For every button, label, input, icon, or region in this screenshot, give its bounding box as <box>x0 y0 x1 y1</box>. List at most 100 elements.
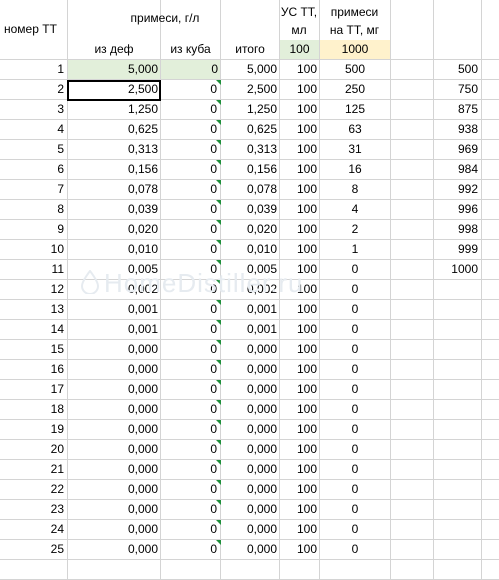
cell-from-cube[interactable]: 0 <box>161 340 217 359</box>
error-indicator-icon[interactable] <box>216 80 221 85</box>
cell-us-tt[interactable]: 100 <box>280 60 317 79</box>
cell-from-def[interactable]: 0,000 <box>68 500 158 519</box>
cell-total[interactable]: 0,000 <box>221 440 277 459</box>
cell-cumulative[interactable]: 984 <box>434 160 478 179</box>
cell-from-cube[interactable]: 0 <box>161 500 217 519</box>
cell-total[interactable]: 0,000 <box>221 360 277 379</box>
cell-total[interactable]: 0,020 <box>221 220 277 239</box>
cell-us-tt[interactable]: 100 <box>280 320 317 339</box>
cell-from-def[interactable]: 0,010 <box>68 240 158 259</box>
cell-cumulative[interactable] <box>434 300 478 319</box>
cell-from-def[interactable]: 0,000 <box>68 340 158 359</box>
cell-total[interactable]: 0,078 <box>221 180 277 199</box>
cell-us-tt[interactable]: 100 <box>280 280 317 299</box>
cell-from-cube[interactable]: 0 <box>161 80 217 99</box>
cell-cumulative[interactable] <box>434 540 478 559</box>
cell-imp-tt[interactable]: 16 <box>320 160 390 179</box>
cell-number[interactable]: 13 <box>0 300 64 319</box>
cell-from-def[interactable]: 0,000 <box>68 520 158 539</box>
cell-number[interactable]: 23 <box>0 500 64 519</box>
cell-number[interactable]: 22 <box>0 480 64 499</box>
cell-total[interactable]: 0,000 <box>221 380 277 399</box>
cell-from-cube[interactable]: 0 <box>161 100 217 119</box>
cell-from-def[interactable]: 0,001 <box>68 320 158 339</box>
cell-imp-tt[interactable]: 0 <box>320 380 390 399</box>
error-indicator-icon[interactable] <box>216 360 221 365</box>
header-from-cube[interactable]: из куба <box>161 40 220 59</box>
cell-total[interactable]: 0,002 <box>221 280 277 299</box>
error-indicator-icon[interactable] <box>216 160 221 165</box>
cell-imp-tt[interactable]: 0 <box>320 360 390 379</box>
cell-us-tt[interactable]: 100 <box>280 220 317 239</box>
cell-us-tt[interactable]: 100 <box>280 540 317 559</box>
cell-number[interactable]: 18 <box>0 400 64 419</box>
cell-us-tt[interactable]: 100 <box>280 100 317 119</box>
cell-cumulative[interactable]: 875 <box>434 100 478 119</box>
cell-from-def[interactable]: 0,002 <box>68 280 158 299</box>
cell-number[interactable]: 21 <box>0 460 64 479</box>
cell-us-tt[interactable]: 100 <box>280 260 317 279</box>
cell-imp-tt[interactable]: 63 <box>320 120 390 139</box>
cell-cumulative[interactable] <box>434 360 478 379</box>
cell-from-cube[interactable]: 0 <box>161 400 217 419</box>
cell-number[interactable]: 12 <box>0 280 64 299</box>
cell-us-tt[interactable]: 100 <box>280 160 317 179</box>
cell-imp-tt[interactable]: 4 <box>320 200 390 219</box>
cell-total[interactable]: 5,000 <box>221 60 277 79</box>
header-number[interactable]: номер ТТ <box>4 20 70 39</box>
cell-us-tt[interactable]: 100 <box>280 300 317 319</box>
cell-number[interactable]: 11 <box>0 260 64 279</box>
cell-imp-tt[interactable]: 0 <box>320 420 390 439</box>
cell-total[interactable]: 0,039 <box>221 200 277 219</box>
cell-total[interactable]: 0,000 <box>221 500 277 519</box>
cell-us-tt[interactable]: 100 <box>280 180 317 199</box>
cell-from-def[interactable]: 0,313 <box>68 140 158 159</box>
cell-imp-tt[interactable]: 0 <box>320 500 390 519</box>
cell-from-cube[interactable]: 0 <box>161 120 217 139</box>
cell-cumulative[interactable]: 1000 <box>434 260 478 279</box>
cell-us-tt[interactable]: 100 <box>280 440 317 459</box>
cell-total[interactable]: 0,000 <box>221 520 277 539</box>
cell-imp-tt[interactable]: 0 <box>320 460 390 479</box>
error-indicator-icon[interactable] <box>216 200 221 205</box>
error-indicator-icon[interactable] <box>216 420 221 425</box>
header-us-tt-line2[interactable]: мл <box>279 21 319 40</box>
cell-imp-tt[interactable]: 8 <box>320 180 390 199</box>
header-impurities[interactable]: примеси, г/л <box>90 9 240 28</box>
cell-number[interactable]: 5 <box>0 140 64 159</box>
cell-imp-tt[interactable]: 0 <box>320 320 390 339</box>
cell-cumulative[interactable]: 500 <box>434 60 478 79</box>
header-total[interactable]: итого <box>221 40 279 59</box>
cell-us-tt[interactable]: 100 <box>280 480 317 499</box>
cell-total[interactable]: 2,500 <box>221 80 277 99</box>
cell-number[interactable]: 16 <box>0 360 64 379</box>
cell-imp-tt[interactable]: 1 <box>320 240 390 259</box>
cell-from-cube[interactable]: 0 <box>161 320 217 339</box>
cell-total[interactable]: 0,156 <box>221 160 277 179</box>
cell-from-cube[interactable]: 0 <box>161 460 217 479</box>
cell-imp-tt[interactable]: 0 <box>320 340 390 359</box>
cell-total[interactable]: 0,005 <box>221 260 277 279</box>
cell-from-def[interactable]: 0,039 <box>68 200 158 219</box>
cell-from-def[interactable]: 0,000 <box>68 460 158 479</box>
cell-number[interactable]: 17 <box>0 380 64 399</box>
cell-from-cube[interactable]: 0 <box>161 60 220 79</box>
error-indicator-icon[interactable] <box>216 380 221 385</box>
cell-from-cube[interactable]: 0 <box>161 140 217 159</box>
cell-number[interactable]: 7 <box>0 180 64 199</box>
cell-from-cube[interactable]: 0 <box>161 300 217 319</box>
error-indicator-icon[interactable] <box>216 320 221 325</box>
cell-total[interactable]: 0,000 <box>221 540 277 559</box>
error-indicator-icon[interactable] <box>216 300 221 305</box>
cell-us-tt[interactable]: 100 <box>280 80 317 99</box>
cell-cumulative[interactable]: 969 <box>434 140 478 159</box>
cell-cumulative[interactable]: 750 <box>434 80 478 99</box>
cell-imp-tt[interactable]: 500 <box>320 60 390 79</box>
error-indicator-icon[interactable] <box>216 240 221 245</box>
cell-from-cube[interactable]: 0 <box>161 420 217 439</box>
cell-from-def[interactable]: 0,000 <box>68 380 158 399</box>
cell-total[interactable]: 0,000 <box>221 480 277 499</box>
error-indicator-icon[interactable] <box>216 520 221 525</box>
cell-number[interactable]: 4 <box>0 120 64 139</box>
cell-cumulative[interactable] <box>434 320 478 339</box>
